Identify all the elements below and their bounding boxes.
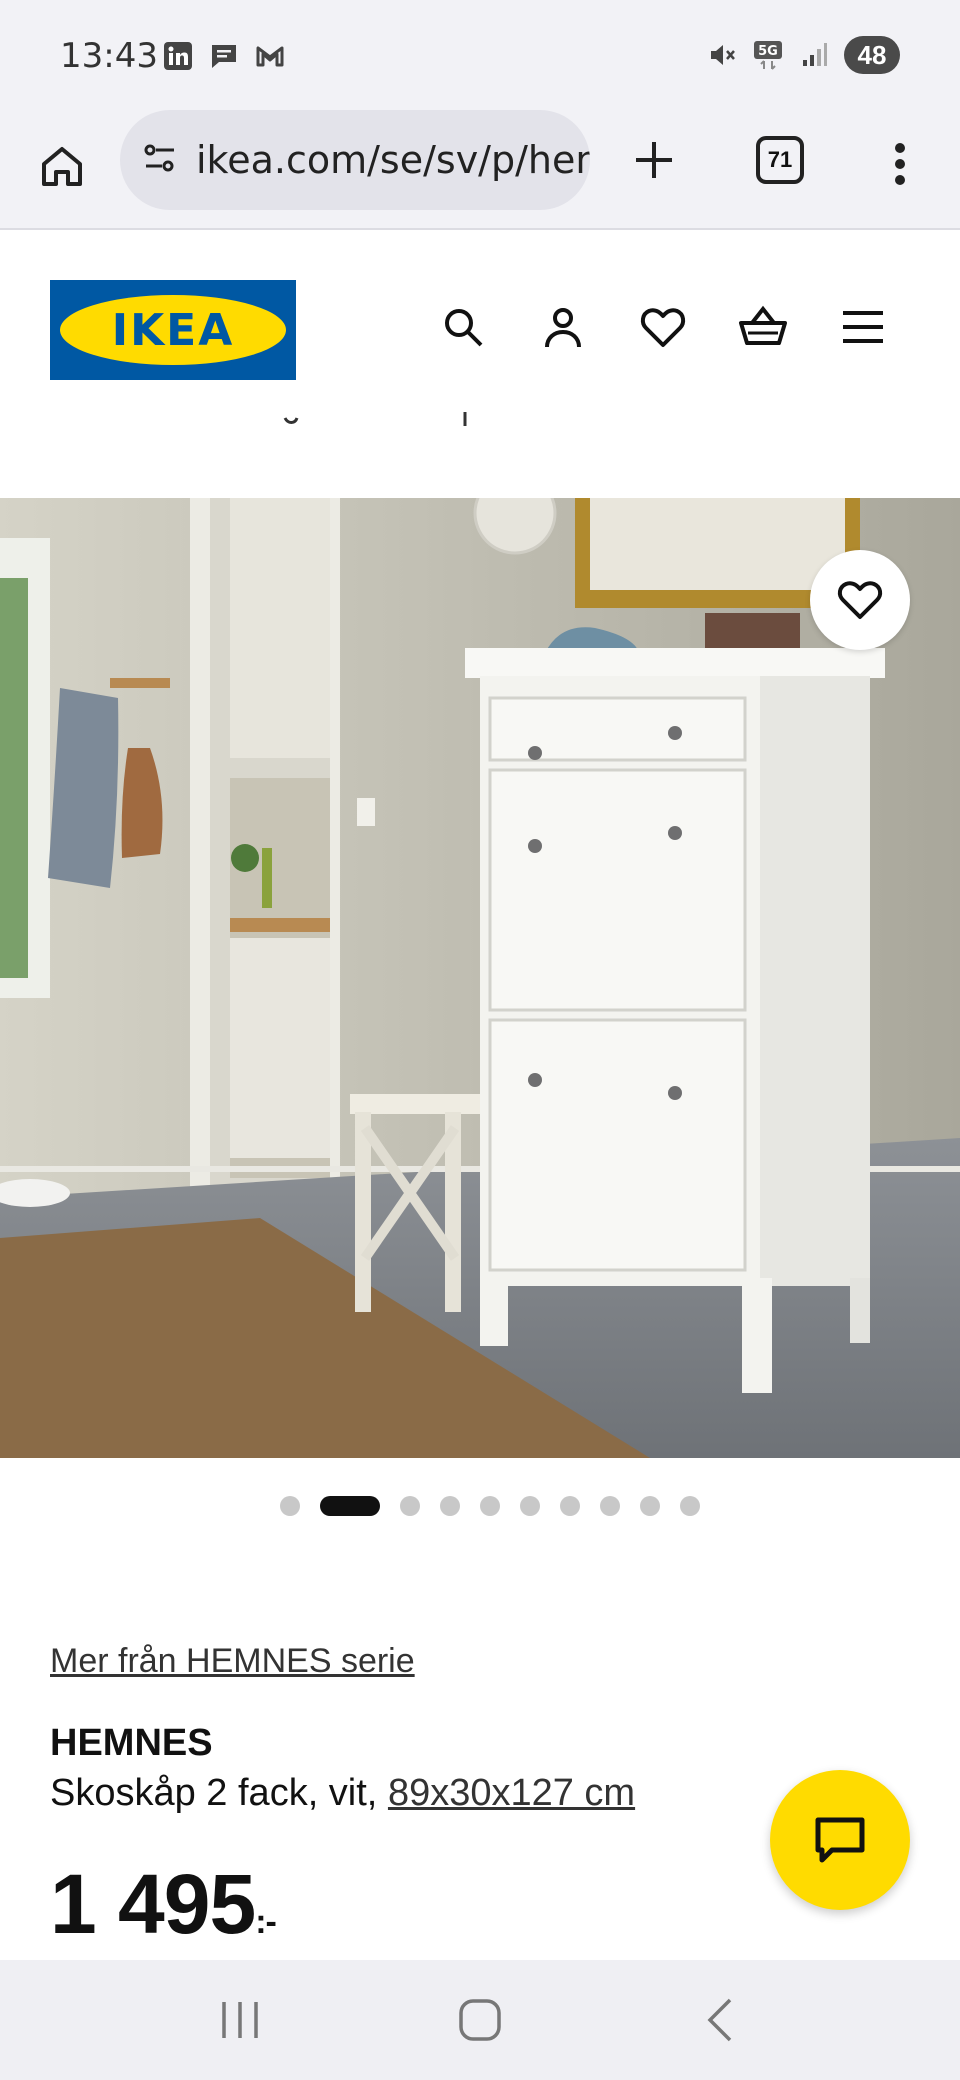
size-link[interactable]: 89x30x127 cm bbox=[388, 1772, 635, 1814]
browser-toolbar: ikea.com/se/sv/p/hen 71 bbox=[0, 110, 960, 230]
tab-switcher-button[interactable]: 71 bbox=[756, 136, 804, 184]
carousel-dot[interactable] bbox=[520, 1496, 540, 1516]
5g-icon: 5G bbox=[752, 39, 784, 71]
system-nav-bar bbox=[0, 1960, 960, 2080]
carousel-dot[interactable] bbox=[640, 1496, 660, 1516]
cart-icon[interactable] bbox=[738, 302, 788, 352]
chat-button[interactable] bbox=[770, 1770, 910, 1910]
new-tab-icon[interactable] bbox=[622, 128, 686, 192]
price-suffix: :- bbox=[255, 1903, 277, 1941]
url-text: ikea.com/se/sv/p/hen bbox=[196, 138, 590, 182]
header-actions bbox=[438, 302, 888, 352]
status-time: 13:43 bbox=[60, 36, 158, 76]
carousel-dot[interactable] bbox=[480, 1496, 500, 1516]
more-options-icon[interactable] bbox=[876, 132, 924, 196]
address-bar[interactable]: ikea.com/se/sv/p/hen bbox=[120, 110, 590, 210]
system-icons: 5G 48 bbox=[706, 36, 900, 74]
series-link[interactable]: Mer från HEMNES serie bbox=[50, 1642, 415, 1681]
svg-text:5G: 5G bbox=[758, 44, 778, 59]
product-price: 1 495:- bbox=[50, 1856, 277, 1953]
chat-icon bbox=[815, 1817, 865, 1863]
chat-bubble-icon bbox=[208, 40, 240, 72]
scrolled-text-remnant bbox=[0, 400, 960, 430]
carousel-dot[interactable] bbox=[280, 1496, 300, 1516]
logo-text: IKEA bbox=[111, 304, 235, 356]
product-name: HEMNES bbox=[50, 1722, 213, 1764]
logo-ellipse: IKEA bbox=[60, 295, 286, 365]
menu-icon[interactable] bbox=[838, 302, 888, 352]
signal-icon bbox=[798, 39, 830, 71]
notification-icons bbox=[162, 40, 286, 72]
product-image[interactable] bbox=[0, 498, 960, 1458]
carousel-dot[interactable] bbox=[600, 1496, 620, 1516]
recent-apps-icon[interactable] bbox=[200, 1980, 280, 2060]
site-header: IKEA bbox=[0, 232, 960, 382]
search-icon[interactable] bbox=[438, 302, 488, 352]
product-type: Skoskåp 2 fack, vit, bbox=[50, 1772, 378, 1814]
home-nav-icon[interactable] bbox=[440, 1980, 520, 2060]
home-icon[interactable] bbox=[30, 134, 94, 198]
product-description: Skoskåp 2 fack, vit, 89x30x127 cm bbox=[50, 1772, 635, 1815]
mute-icon bbox=[706, 39, 738, 71]
status-bar: 13:43 5G 48 bbox=[0, 0, 960, 110]
save-favorite-button[interactable] bbox=[810, 550, 910, 650]
account-icon[interactable] bbox=[538, 302, 588, 352]
carousel-dots bbox=[0, 1496, 960, 1516]
heart-icon[interactable] bbox=[638, 302, 688, 352]
battery-icon: 48 bbox=[844, 36, 900, 74]
back-icon[interactable] bbox=[680, 1980, 760, 2060]
carousel-dot[interactable] bbox=[400, 1496, 420, 1516]
linkedin-icon bbox=[162, 40, 194, 72]
gmail-icon bbox=[254, 40, 286, 72]
heart-outline-icon bbox=[837, 581, 883, 619]
carousel-dot[interactable] bbox=[560, 1496, 580, 1516]
price-value: 1 495 bbox=[50, 1857, 256, 1951]
ikea-logo[interactable]: IKEA bbox=[50, 280, 296, 380]
carousel-dot[interactable] bbox=[440, 1496, 460, 1516]
carousel-dot[interactable] bbox=[320, 1496, 380, 1516]
carousel-dot[interactable] bbox=[680, 1496, 700, 1516]
product-photo-illustration bbox=[0, 498, 960, 1458]
site-settings-icon[interactable] bbox=[140, 138, 180, 183]
